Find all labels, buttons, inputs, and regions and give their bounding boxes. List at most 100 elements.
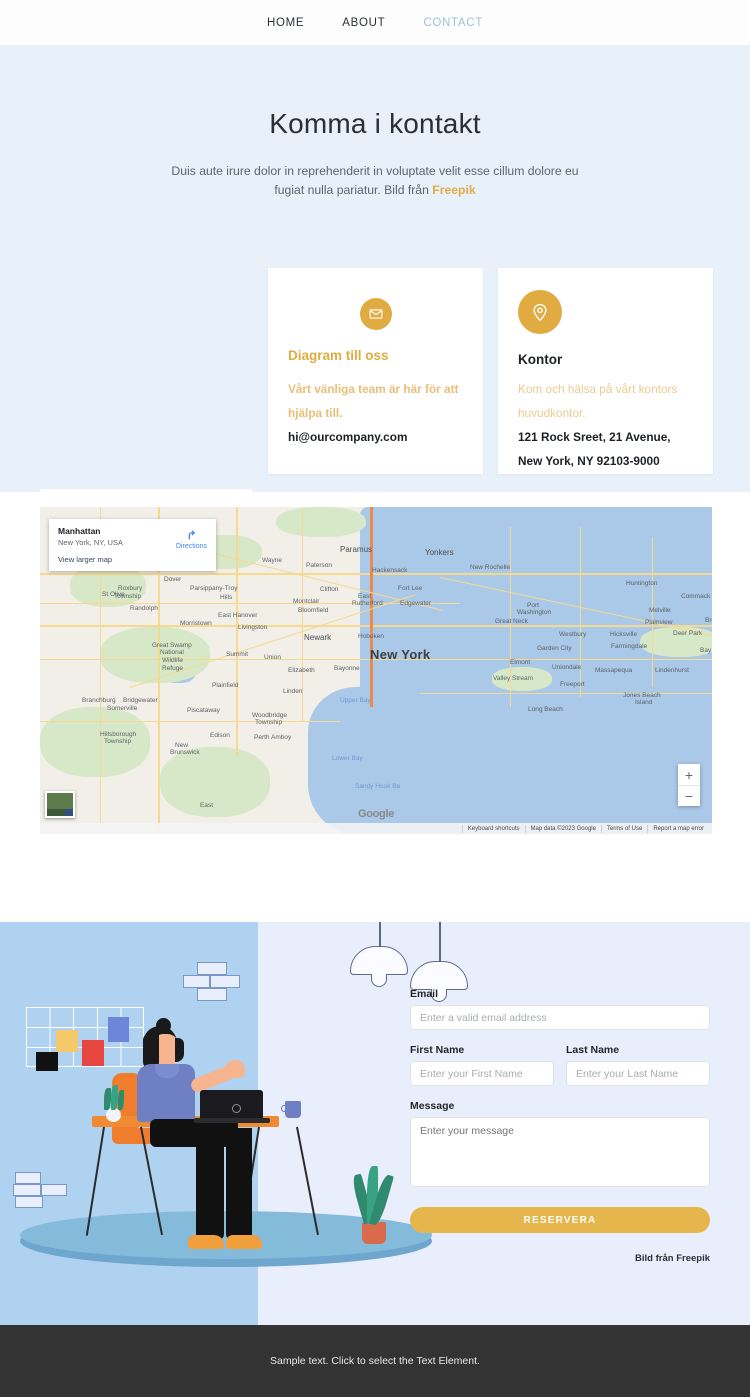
map-directions-label: Directions	[175, 543, 207, 550]
map-label: Clifton	[320, 586, 339, 593]
person-shoe-2	[226, 1235, 262, 1249]
person-hand	[225, 1060, 245, 1078]
contact-form-section: Email First Name Last Name Message RESER…	[0, 922, 750, 1325]
block-decor-5	[15, 1172, 41, 1184]
reservera-submit-button[interactable]: RESERVERA	[410, 1207, 710, 1233]
map-label: Elizabeth	[288, 667, 315, 674]
map-label: Yonkers	[425, 548, 454, 557]
page-footer: Sample text. Click to select the Text El…	[0, 1325, 750, 1397]
map-label: Washington	[517, 609, 552, 616]
map-label: Newark	[304, 633, 332, 642]
envelope-icon	[359, 298, 392, 330]
first-name-input[interactable]	[410, 1061, 554, 1086]
desk-plant-leaf-1	[104, 1088, 111, 1110]
map-zoom-out-button[interactable]: −	[678, 785, 700, 806]
map-label: Island	[635, 699, 653, 706]
laptop-base	[194, 1118, 270, 1123]
map-report-error[interactable]: Report a map error	[647, 824, 709, 833]
map-road-h2	[40, 625, 712, 627]
map-park-8	[276, 507, 366, 537]
lamp-shade-left	[350, 946, 408, 975]
map-attribution-bar: Keyboard shortcuts Map data ©2023 Google…	[40, 823, 712, 834]
floor-plant-pot	[362, 1222, 386, 1244]
nav-link-about[interactable]: ABOUT	[342, 17, 385, 29]
map-label: Montclair	[293, 598, 320, 605]
lamp-bulb-left	[371, 974, 387, 987]
map-label: Township	[255, 719, 283, 726]
freepik-link-hero[interactable]: Freepik	[432, 183, 475, 197]
map-label: Edgewater	[400, 600, 432, 607]
map-label: Long Beach	[528, 706, 563, 713]
map-zoom-controls: + −	[678, 764, 700, 806]
map-label: Township	[114, 593, 142, 600]
desk-plant-leaf-2	[111, 1085, 118, 1110]
map-label: Livingston	[238, 624, 268, 631]
block-decor-3	[210, 975, 240, 988]
map-label: Paterson	[306, 562, 333, 569]
hero-subtitle: Duis aute irure dolor in reprehenderit i…	[165, 162, 585, 200]
map-label: Refuge	[162, 665, 183, 672]
person-shoe-1	[188, 1235, 224, 1249]
coffee-mug	[285, 1101, 301, 1118]
map-park-5	[160, 747, 270, 817]
nav-link-home[interactable]: HOME	[267, 17, 304, 29]
freepik-link-form[interactable]: Freepik	[676, 1253, 710, 1264]
map-label: Hackensack	[372, 567, 408, 574]
last-name-label: Last Name	[566, 1044, 620, 1056]
map-label: Plainview	[645, 619, 673, 626]
message-label: Message	[410, 1100, 455, 1112]
card-value-email[interactable]: hi@ourcompany.com	[288, 425, 463, 449]
map-label: Hoboken	[358, 633, 385, 640]
map-section: Paramus Yonkers New Rochelle Wayne Paterson H…	[0, 492, 750, 922]
map-label: Garden City	[537, 645, 572, 652]
map-road-h6	[40, 603, 460, 605]
card-title-email: Diagram till oss	[288, 348, 389, 363]
map-label: Hillsborough	[100, 731, 137, 738]
block-decor-6	[13, 1184, 41, 1196]
map-directions-button[interactable]: Directions	[176, 528, 207, 550]
contact-form: Email First Name Last Name Message RESER…	[410, 988, 710, 1264]
map-label: Wildlife	[162, 657, 183, 664]
map-label: New Rochelle	[470, 564, 511, 571]
person-hips	[150, 1119, 238, 1147]
map-label: East	[358, 593, 372, 600]
block-decor-4	[197, 988, 227, 1001]
top-navigation: HOME ABOUT CONTACT	[0, 0, 750, 46]
map-label: Morristown	[180, 620, 212, 627]
map-label: Bay Shore	[700, 647, 712, 654]
map-label: Lindenhurst	[655, 667, 689, 674]
card-title-office: Kontor	[518, 352, 563, 367]
map-label: Commack	[681, 593, 711, 600]
view-larger-map-link[interactable]: View larger map	[58, 555, 207, 564]
map-terms-of-use[interactable]: Terms of Use	[600, 824, 647, 833]
message-textarea[interactable]	[410, 1117, 710, 1187]
map-road-v5	[580, 527, 582, 697]
google-map[interactable]: Paramus Yonkers New Rochelle Wayne Paterson H…	[40, 507, 712, 834]
page-title: Komma i kontakt	[269, 108, 481, 139]
map-label: Westbury	[559, 631, 587, 638]
card-address-line1: 121 Rock Sreet, 21 Avenue,	[518, 430, 671, 444]
map-keyboard-shortcuts[interactable]: Keyboard shortcuts	[461, 824, 525, 833]
map-label: Farmingdale	[611, 643, 648, 650]
map-label: Branchburg	[82, 697, 116, 704]
card-desc-office: Kom och hälsa på vårt kontors huvudkonto…	[518, 382, 678, 420]
footer-sample-text[interactable]: Sample text. Click to select the Text El…	[270, 1355, 480, 1367]
block-decor-8	[15, 1196, 43, 1208]
contact-card-email: Diagram till oss Vårt vänliga team är hä…	[268, 268, 483, 474]
map-label: Uniondale	[552, 664, 582, 671]
map-label: Parsippany-Troy	[190, 585, 238, 592]
block-decor-1	[197, 962, 227, 975]
email-input[interactable]	[410, 1005, 710, 1030]
map-label: Deer Park	[673, 630, 703, 637]
last-name-input[interactable]	[566, 1061, 710, 1086]
map-label: Randolph	[130, 605, 158, 612]
map-zoom-in-button[interactable]: +	[678, 764, 700, 785]
form-image-credit: Bild från Freepik	[410, 1253, 710, 1264]
nav-link-contact[interactable]: CONTACT	[423, 17, 483, 29]
contact-card-office: Kontor Kom och hälsa på vårt kontors huv…	[498, 268, 713, 474]
map-satellite-thumbnail[interactable]	[45, 791, 75, 818]
map-label: Jones Beach	[623, 692, 661, 699]
person-leg-2	[226, 1128, 252, 1240]
sticky-note-black	[36, 1052, 58, 1071]
map-label: Hills	[220, 594, 233, 601]
